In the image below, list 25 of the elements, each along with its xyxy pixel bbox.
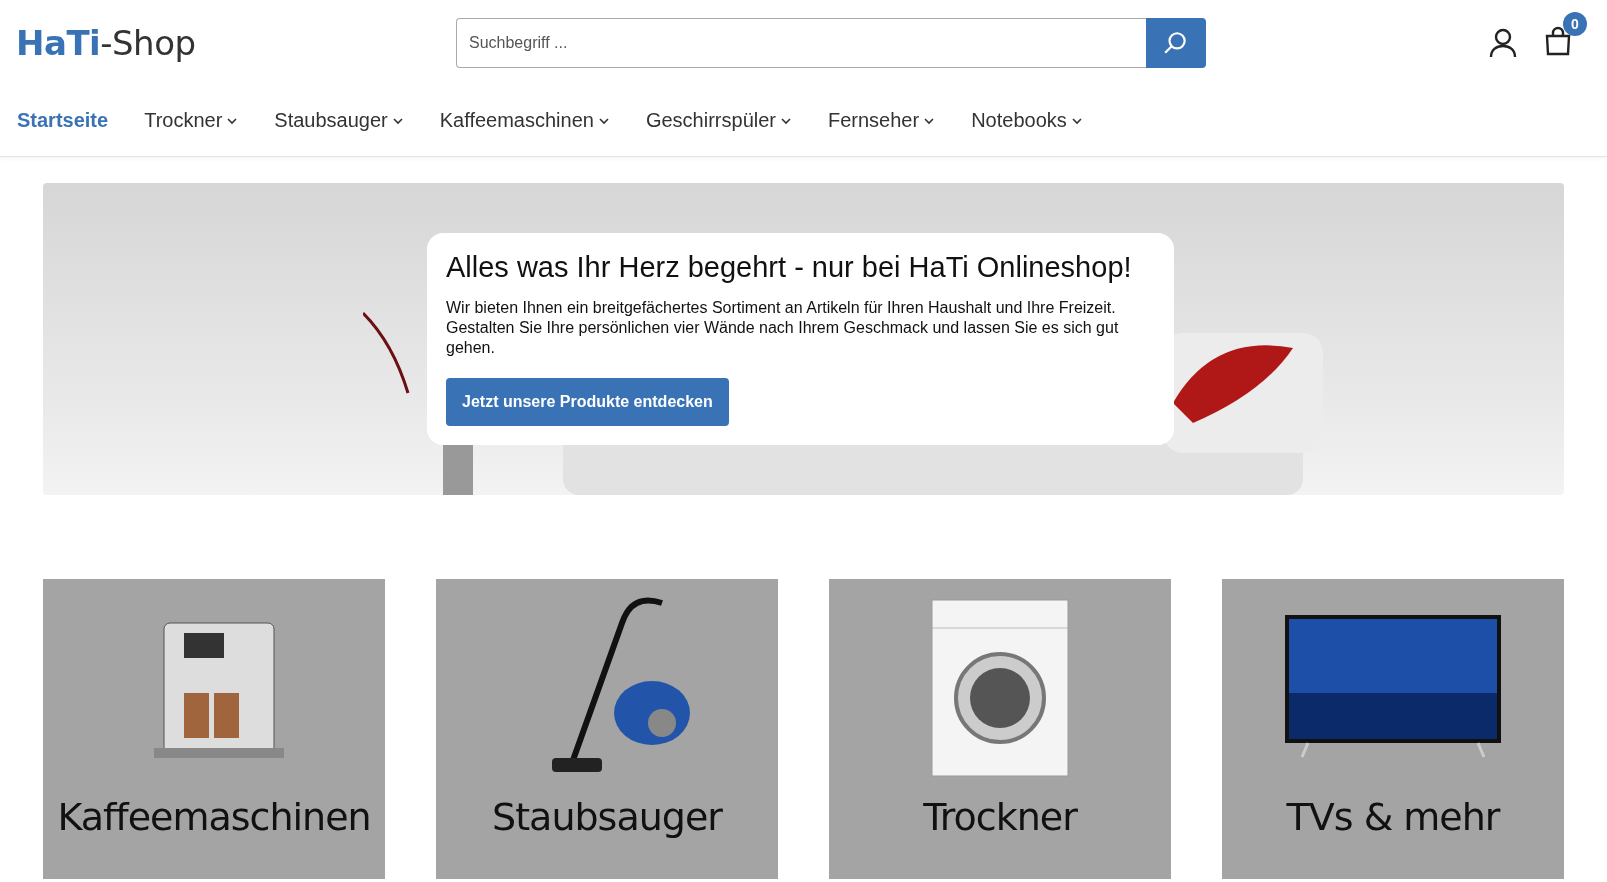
nav-link[interactable]: Geschirrspüler [645, 109, 792, 132]
shopping-bag-icon[interactable] [1543, 25, 1573, 56]
nav-link[interactable]: Notebooks [971, 109, 1083, 132]
category-tile[interactable]: Staubsauger [436, 579, 778, 879]
user-icon[interactable] [1489, 27, 1517, 58]
category-label: Kaffeemaschinen [57, 795, 371, 839]
category-tile[interactable]: Trockner [829, 579, 1171, 879]
banner-headline: Alles was Ihr Herz begehrt - nur bei HaTi Onlineshop! [446, 251, 1133, 284]
category-label: TVs & mehr [1286, 795, 1500, 839]
nav-link[interactable]: Fernseher [828, 109, 936, 132]
search-icon [1163, 29, 1189, 56]
nav-link[interactable]: Startseite [17, 109, 109, 132]
category-tile[interactable]: TVs & mehr [1222, 579, 1564, 879]
banner-text: Wir bieten Ihnen ein breitgefächertes Sortiment an Artikeln für Ihren Haushalt und Ihre Freizeit. Gestalten Sie Ihre persönlichen vier Wände nach Ihrem Geschmack und lassen Sie es sich gut gehen. [446, 298, 1120, 358]
shop-logo[interactable]: HaTi-Shop [16, 22, 456, 63]
nav-link[interactable]: Trockner [144, 109, 239, 132]
search-button[interactable] [1146, 17, 1206, 68]
nav-link[interactable]: Staubsauger [274, 109, 404, 132]
cart-count-badge: 0 [1563, 11, 1587, 36]
category-label: Trockner [923, 795, 1077, 839]
category-tile[interactable]: Kaffeemaschinen [43, 579, 385, 879]
nav-link[interactable]: Kaffeemaschinen [439, 109, 610, 132]
discover-products-button[interactable]: Jetzt unsere Produkte entdecken [446, 378, 729, 426]
search-field[interactable]: Suchbegriff ... [456, 17, 1146, 68]
category-label: Staubsauger [492, 795, 722, 839]
